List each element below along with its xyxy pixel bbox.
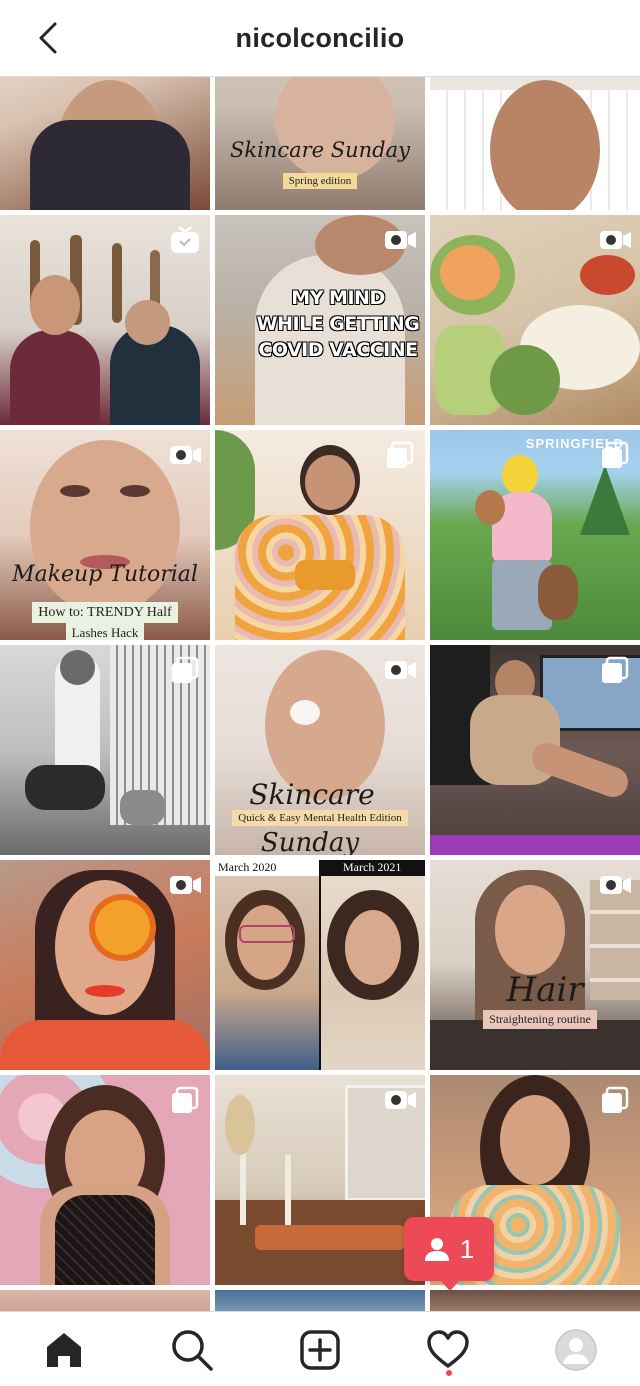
post-thumbnail[interactable]: March 2020 March 2021: [215, 860, 425, 1070]
carousel-icon: [387, 441, 414, 468]
post-thumbnail[interactable]: [0, 215, 210, 425]
post-overlay-title-2: Sunday: [260, 828, 360, 855]
post-thumbnail[interactable]: [0, 860, 210, 1070]
tab-home[interactable]: [40, 1326, 88, 1374]
carousel-icon: [602, 441, 629, 468]
avatar-icon: [555, 1329, 597, 1371]
video-icon: [385, 1091, 416, 1109]
igtv-icon: [171, 226, 199, 253]
video-icon: [600, 231, 631, 249]
page-title: nicolconcilio: [235, 22, 405, 53]
post-thumbnail[interactable]: Makeup Tutorial How to: TRENDY Half Lash…: [0, 430, 210, 640]
post-overlay-title: Makeup Tutorial: [12, 562, 198, 587]
post-caption-line: WHILE GETTING: [256, 313, 420, 335]
post-caption-line: COVID VACCINE: [258, 339, 418, 361]
tab-profile[interactable]: [552, 1326, 600, 1374]
post-thumbnail[interactable]: [430, 1290, 640, 1311]
app-root: nicolconcilio Skincare Sunday Spring edi…: [0, 0, 640, 1386]
post-overlay-subtitle: How to: TRENDY Half: [32, 602, 178, 623]
search-icon: [172, 1330, 213, 1371]
carousel-icon: [172, 656, 199, 683]
tab-search[interactable]: [168, 1326, 216, 1374]
post-thumbnail[interactable]: Hair Straightening routine: [430, 860, 640, 1070]
post-thumbnail[interactable]: [430, 645, 640, 855]
post-thumbnail[interactable]: [0, 77, 210, 210]
post-caption-line: MY MIND: [291, 287, 385, 309]
heart-icon: [427, 1330, 469, 1368]
post-overlay-title: Skincare: [249, 778, 375, 811]
notification-count: 1: [459, 1233, 475, 1264]
post-overlay-subtitle-2: Lashes Hack: [65, 623, 145, 640]
video-icon: [170, 876, 201, 894]
tab-activity[interactable]: [424, 1326, 472, 1374]
plus-square-icon: [300, 1330, 340, 1370]
video-icon: [385, 231, 416, 249]
post-thumbnail[interactable]: [0, 1290, 210, 1311]
post-overlay-title: Skincare Sunday: [229, 138, 411, 162]
post-thumbnail[interactable]: Skincare Quick & Easy Mental Health Edit…: [215, 645, 425, 855]
tab-create[interactable]: [296, 1326, 344, 1374]
video-icon: [170, 446, 201, 464]
after-label: March 2021: [343, 860, 402, 874]
activity-indicator-dot: [446, 1370, 452, 1376]
post-thumbnail[interactable]: [0, 645, 210, 855]
home-icon: [47, 1333, 81, 1367]
carousel-icon: [602, 1086, 629, 1113]
post-overlay-subtitle: Quick & Easy Mental Health Edition: [232, 810, 408, 826]
post-thumbnail[interactable]: [215, 1290, 425, 1311]
bottom-tab-bar: [0, 1311, 640, 1386]
posts-grid: Skincare Sunday Spring edition MY MIND W…: [0, 77, 640, 1311]
video-icon: [385, 661, 416, 679]
post-overlay-title: Hair: [506, 970, 584, 1010]
back-button[interactable]: [28, 18, 68, 58]
post-thumbnail[interactable]: Skincare Sunday Spring edition: [215, 77, 425, 210]
post-thumbnail[interactable]: [0, 1075, 210, 1285]
chevron-left-icon: [39, 22, 57, 54]
post-overlay-subtitle: Straightening routine: [483, 1010, 597, 1029]
post-overlay-subtitle: Spring edition: [282, 173, 358, 189]
post-thumbnail[interactable]: MY MIND WHILE GETTING COVID VACCINE: [215, 215, 425, 425]
post-thumbnail[interactable]: [430, 215, 640, 425]
carousel-icon: [172, 1086, 199, 1113]
carousel-icon: [602, 656, 629, 683]
before-label: March 2020: [218, 860, 277, 874]
person-icon: [424, 1238, 449, 1261]
follow-notification-bubble[interactable]: 1: [404, 1217, 494, 1291]
top-bar: nicolconcilio: [0, 0, 640, 77]
post-thumbnail[interactable]: SPRINGFIELD: [430, 430, 640, 640]
post-thumbnail[interactable]: [215, 1075, 425, 1285]
post-thumbnail[interactable]: [430, 77, 640, 210]
video-icon: [600, 876, 631, 894]
post-thumbnail[interactable]: [215, 430, 425, 640]
